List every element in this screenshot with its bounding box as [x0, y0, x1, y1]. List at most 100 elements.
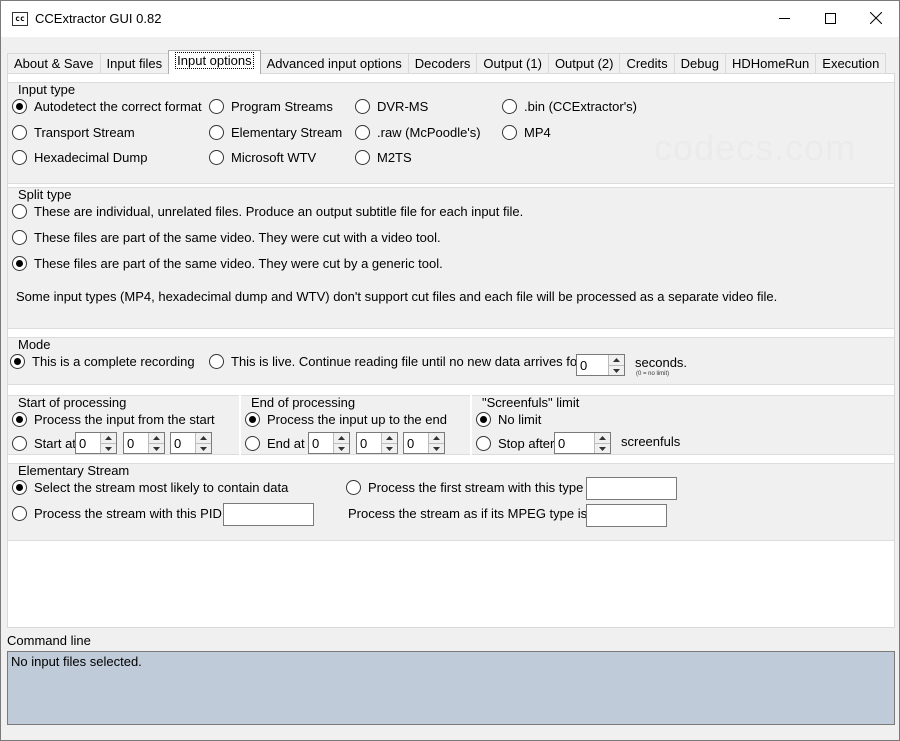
maximize-button[interactable] [807, 1, 853, 35]
first-stream-type-radio[interactable]: Process the first stream with this type [346, 480, 583, 495]
tab-about-save[interactable]: About & Save [7, 53, 101, 74]
tab-label: Output (1) [483, 56, 542, 71]
stream-pid-radio[interactable]: Process the stream with this PID [12, 506, 222, 521]
chevron-down-icon[interactable] [609, 365, 624, 375]
live-timeout-stepper[interactable]: 0 [576, 354, 625, 376]
start-processing-group: Start of processing Process the input fr… [8, 395, 239, 455]
chevron-down-icon[interactable] [196, 443, 211, 453]
chevron-down-icon[interactable] [382, 443, 397, 453]
radio-label: These are individual, unrelated files. P… [34, 204, 524, 219]
input-type-hex-dump-radio[interactable]: Hexadecimal Dump [12, 150, 147, 165]
chevron-up-icon[interactable] [382, 433, 397, 443]
tab-output-2[interactable]: Output (2) [547, 53, 621, 74]
input-options-panel: Input type codecs.com Autodetect the cor… [7, 73, 895, 628]
tab-label: Execution [822, 56, 880, 71]
input-type-elementary-stream-radio[interactable]: Elementary Stream [209, 125, 342, 140]
radio-dot [245, 436, 260, 451]
radio-label: Process the input from the start [34, 412, 215, 427]
radio-dot [209, 354, 224, 369]
radio-dot [355, 99, 370, 114]
radio-dot [12, 204, 27, 219]
end-seconds-stepper[interactable]: 0 [403, 432, 445, 454]
split-video-tool-radio[interactable]: These files are part of the same video. … [12, 230, 441, 245]
tab-execution[interactable]: Execution [815, 53, 887, 74]
tab-label: HDHomeRun [731, 56, 810, 71]
stream-pid-input[interactable] [223, 503, 314, 526]
chevron-down-icon[interactable] [595, 443, 610, 453]
radio-label: Select the stream most likely to contain… [34, 480, 289, 495]
tab-advanced-input-options[interactable]: Advanced input options [259, 53, 409, 74]
app-icon: cc [12, 12, 28, 26]
chevron-up-icon[interactable] [101, 433, 116, 443]
stepper-value: 0 [174, 436, 182, 451]
tab-input-files[interactable]: Input files [99, 53, 170, 74]
tab-debug[interactable]: Debug [673, 53, 726, 74]
mode-live-radio[interactable]: This is live. Continue reading file unti… [209, 354, 581, 369]
start-seconds-stepper[interactable]: 0 [170, 432, 212, 454]
input-type-autodetect-radio[interactable]: Autodetect the correct format [12, 99, 202, 114]
input-type-wtv-radio[interactable]: Microsoft WTV [209, 150, 316, 165]
close-button[interactable] [853, 1, 899, 35]
tab-label: Credits [626, 56, 668, 71]
no-limit-radio[interactable]: No limit [476, 412, 541, 427]
tab-label: Decoders [414, 56, 471, 71]
input-type-bin-radio[interactable]: .bin (CCExtractor's) [502, 99, 637, 114]
chevron-up-icon[interactable] [196, 433, 211, 443]
radio-dot [476, 436, 491, 451]
minimize-button[interactable] [761, 1, 807, 35]
mode-complete-recording-radio[interactable]: This is a complete recording [10, 354, 195, 369]
chevron-down-icon[interactable] [101, 443, 116, 453]
tab-decoders[interactable]: Decoders [407, 53, 478, 74]
process-to-end-radio[interactable]: Process the input up to the end [245, 412, 447, 427]
end-at-radio[interactable]: End at [245, 436, 305, 451]
screenfuls-stepper[interactable]: 0 [554, 432, 611, 454]
tab-credits[interactable]: Credits [619, 53, 675, 74]
first-stream-type-input[interactable] [586, 477, 677, 500]
input-type-transport-stream-radio[interactable]: Transport Stream [12, 125, 135, 140]
title-bar[interactable]: cc CCExtractor GUI 0.82 [1, 1, 899, 37]
tab-output-1[interactable]: Output (1) [476, 53, 549, 74]
tab-input-options[interactable]: Input options [168, 50, 261, 74]
end-processing-title: End of processing [251, 395, 356, 410]
radio-label: No limit [498, 412, 542, 427]
most-likely-stream-radio[interactable]: Select the stream most likely to contain… [12, 480, 288, 495]
input-type-m2ts-radio[interactable]: M2TS [355, 150, 412, 165]
end-minutes-stepper[interactable]: 0 [356, 432, 398, 454]
radio-dot [12, 99, 27, 114]
main-window: cc CCExtractor GUI 0.82 About & Save Inp… [0, 0, 900, 741]
process-from-start-radio[interactable]: Process the input from the start [12, 412, 215, 427]
split-generic-tool-radio[interactable]: These files are part of the same video. … [12, 256, 443, 271]
split-type-note: Some input types (MP4, hexadecimal dump … [16, 289, 778, 304]
tab-label: About & Save [14, 56, 94, 71]
stepper-value: 0 [558, 436, 566, 451]
end-processing-group: End of processing Process the input up t… [241, 395, 470, 455]
chevron-up-icon[interactable] [429, 433, 444, 443]
radio-label: This is a complete recording [32, 354, 195, 369]
mpeg-type-input[interactable] [586, 504, 667, 527]
input-type-dvr-ms-radio[interactable]: DVR-MS [355, 99, 428, 114]
start-hours-stepper[interactable]: 0 [75, 432, 117, 454]
chevron-up-icon[interactable] [609, 355, 624, 365]
chevron-down-icon[interactable] [429, 443, 444, 453]
start-at-radio[interactable]: Start at [12, 436, 76, 451]
stop-after-radio[interactable]: Stop after [476, 436, 554, 451]
radio-label: Process the input up to the end [267, 412, 447, 427]
split-type-title: Split type [18, 187, 72, 202]
split-individual-files-radio[interactable]: These are individual, unrelated files. P… [12, 204, 523, 219]
radio-dot [12, 480, 27, 495]
chevron-up-icon[interactable] [595, 433, 610, 443]
input-type-mp4-radio[interactable]: MP4 [502, 125, 551, 140]
start-minutes-stepper[interactable]: 0 [123, 432, 165, 454]
input-type-title: Input type [18, 82, 76, 97]
tab-hdhomerun[interactable]: HDHomeRun [724, 53, 817, 74]
radio-dot [12, 412, 27, 427]
command-line-box[interactable]: No input files selected. [7, 651, 895, 725]
chevron-down-icon[interactable] [334, 443, 349, 453]
chevron-up-icon[interactable] [334, 433, 349, 443]
radio-dot [502, 125, 517, 140]
input-type-raw-radio[interactable]: .raw (McPoodle's) [355, 125, 481, 140]
input-type-program-streams-radio[interactable]: Program Streams [209, 99, 333, 114]
chevron-up-icon[interactable] [149, 433, 164, 443]
chevron-down-icon[interactable] [149, 443, 164, 453]
end-hours-stepper[interactable]: 0 [308, 432, 350, 454]
